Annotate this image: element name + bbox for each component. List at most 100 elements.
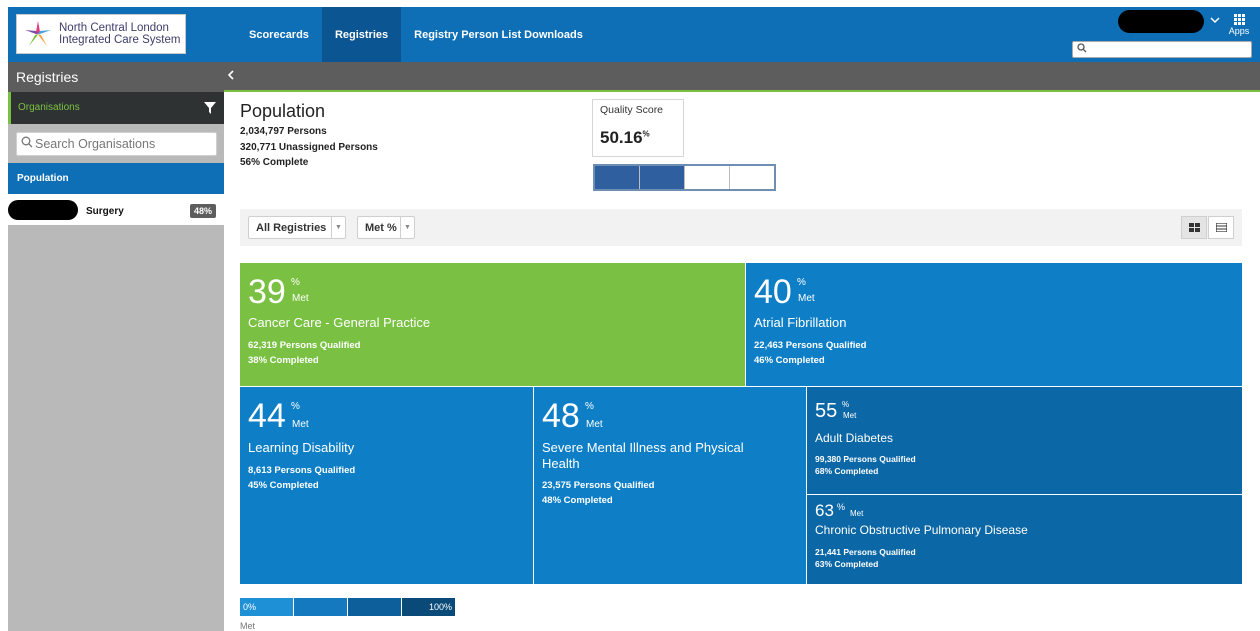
legend-caption: Met [240,621,256,631]
grid-icon [1189,223,1200,232]
met-color-legend: 0% 100% [240,598,455,616]
search-icon [21,136,33,151]
tile-met-value: 63 [815,501,834,520]
registry-tile-learning-disability[interactable]: 44 % Met Learning Disability 8,613 Perso… [240,387,533,584]
tile-percent-sign: % [585,401,594,412]
sidebar-title: Registries [8,62,224,92]
tile-completed: 38% Completed [248,355,319,366]
registry-select-value: All Registries [256,222,327,234]
user-menu-redacted[interactable] [1118,10,1204,33]
tile-title: Atrial Fibrillation [754,315,847,330]
registry-select[interactable]: All Registries ▼ [248,216,346,239]
tile-met-label: Met [850,509,864,518]
tile-title: Cancer Care - General Practice [248,315,431,330]
quality-score-segment [685,166,730,189]
tile-met-label: Met [586,419,603,430]
organisations-header[interactable]: Organisations [8,92,224,124]
ics-logo[interactable]: North Central London Integrated Care Sys… [16,14,186,54]
filter-toolbar: All Registries ▼ Met % ▼ [240,209,1242,246]
quality-score-card: Quality Score 50.16% [592,99,684,157]
tile-view-button[interactable] [1181,216,1207,239]
search-placeholder: Search Organisations [35,137,156,151]
tile-title: Adult Diabetes [815,431,894,445]
tile-title: Chronic Obstructive Pulmonary Disease [815,523,1028,537]
metric-select[interactable]: Met % ▼ [357,216,415,239]
tile-met-value: 48 [542,397,580,435]
list-view-button[interactable] [1208,216,1234,239]
tile-percent-sign: % [842,400,850,409]
tile-met-value: 55 [815,400,838,422]
complete-percent: 56% Complete [240,157,309,168]
filter-icon[interactable] [204,101,216,114]
quality-score-value: 50.16% [600,128,650,147]
quality-score-label: Quality Score [600,104,664,116]
tile-met-label: Met [292,293,309,304]
tile-met-value: 40 [754,273,792,311]
registry-tile-severe-mental-illness[interactable]: 48 % Met Severe Mental Illness and Physi… [534,387,806,584]
legend-swatch-max: 100% [402,598,455,616]
main-nav: Scorecards Registries Registry Person Li… [236,7,596,62]
tile-completed: 48% Completed [542,495,613,506]
content-header-bar [224,62,1260,90]
legend-swatch-min: 0% [240,598,293,616]
tile-completed: 63% Completed [815,559,879,569]
tile-met-value: 44 [248,397,286,435]
legend-swatch [294,598,347,616]
sidebar-item-population[interactable]: Population [8,163,224,194]
nav-registries[interactable]: Registries [321,7,402,62]
page-title: Population [240,101,326,121]
tile-title: Learning Disability [248,440,355,455]
tile-met-label: Met [292,419,309,430]
organisation-search-input[interactable]: Search Organisations [16,132,217,156]
apps-grid-icon [1226,14,1252,25]
registry-tile-adult-diabetes[interactable]: 55 % Met Adult Diabetes 99,380 Persons Q… [807,387,1242,494]
metric-select-value: Met % [365,222,397,234]
list-icon [1216,223,1227,232]
registry-tile-atrial-fibrillation[interactable]: 40 % Met Atrial Fibrillation 22,463 Pers… [746,263,1242,386]
quality-score-segment [595,166,640,189]
tile-met-label: Met [843,411,857,420]
search-icon [1077,43,1087,56]
registry-tile-copd[interactable]: 63 % Met Chronic Obstructive Pulmonary D… [807,495,1242,584]
collapse-sidebar-icon[interactable] [227,67,234,83]
quality-score-segment [640,166,685,189]
tile-persons-qualified: 99,380 Persons Qualified [815,454,916,464]
surgery-percent-badge: 48% [190,204,216,218]
logo-text: North Central London Integrated Care Sys… [59,22,181,46]
tile-persons-qualified: 62,319 Persons Qualified [248,340,361,351]
sidebar-item-surgery[interactable]: Surgery 48% [8,194,224,225]
apps-button[interactable]: Apps [1226,14,1252,36]
tile-percent-sign: % [797,277,806,288]
unassigned-count: 320,771 Unassigned Persons [240,142,378,153]
tile-completed: 45% Completed [248,480,319,491]
tile-completed: 68% Completed [815,466,879,476]
tile-title: Severe Mental Illness and Physical Healt… [542,440,744,471]
sidebar: Organisations Search Organisations Popul… [8,92,224,631]
tile-persons-qualified: 22,463 Persons Qualified [754,340,867,351]
chevron-down-icon: ▼ [331,217,345,238]
global-search-input[interactable] [1072,41,1252,58]
quality-score-segment [730,166,774,189]
organisations-label: Organisations [18,102,80,113]
legend-swatch [348,598,401,616]
nav-scorecards[interactable]: Scorecards [236,7,322,62]
tile-completed: 46% Completed [754,355,825,366]
redacted-name [8,200,78,220]
tile-percent-sign: % [291,401,300,412]
tile-persons-qualified: 8,613 Persons Qualified [248,465,356,476]
active-indicator [8,92,11,124]
tile-met-label: Met [798,293,815,304]
quality-score-bar [593,164,776,191]
chevron-down-icon: ▼ [400,217,414,238]
tile-percent-sign: % [291,277,300,288]
chevron-down-icon[interactable] [1210,15,1220,27]
tile-persons-qualified: 23,575 Persons Qualified [542,480,655,491]
surgery-label: Surgery [86,206,124,217]
apps-label: Apps [1228,26,1250,36]
registry-tile-cancer-care[interactable]: 39 % Met Cancer Care - General Practice … [240,263,745,386]
logo-star-icon [23,19,53,49]
nav-registry-downloads[interactable]: Registry Person List Downloads [401,7,596,62]
persons-count: 2,034,797 Persons [240,126,327,137]
tile-percent-sign: % [837,502,846,512]
tile-persons-qualified: 21,441 Persons Qualified [815,547,916,557]
